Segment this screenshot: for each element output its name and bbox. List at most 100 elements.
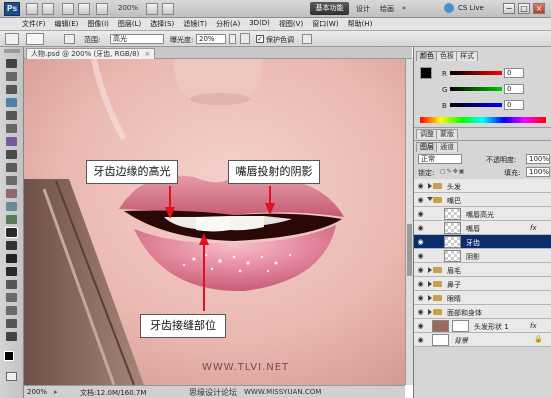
- cs-live-button[interactable]: CS Live: [458, 4, 484, 12]
- visibility-eye-icon[interactable]: ◉: [416, 336, 425, 344]
- channel-b-slider[interactable]: [450, 103, 502, 107]
- minimize-button[interactable]: −: [503, 3, 515, 14]
- document-tab[interactable]: 人物.psd @ 200% (牙齿, RGB/8) ×: [26, 48, 156, 59]
- visibility-eye-icon[interactable]: ◉: [416, 210, 425, 218]
- range-select[interactable]: 高光: [110, 34, 164, 44]
- bridge-icon[interactable]: [26, 3, 38, 15]
- layer-thumbnail[interactable]: [444, 236, 461, 248]
- move-tool-icon[interactable]: [6, 59, 17, 68]
- tab-swatches[interactable]: 色板: [436, 51, 458, 61]
- screen-mode-icon[interactable]: [162, 3, 174, 15]
- menu-item[interactable]: 图层(L): [118, 19, 141, 29]
- workspace-painting-link[interactable]: 绘画: [380, 4, 394, 14]
- protect-tones-checkbox[interactable]: ✓: [256, 35, 264, 43]
- visibility-eye-icon[interactable]: ◉: [416, 322, 425, 330]
- scrollbar-thumb[interactable]: [407, 224, 412, 276]
- layer-thumbnail[interactable]: [444, 208, 461, 220]
- eyedropper-tool-icon[interactable]: [6, 124, 17, 133]
- layer-row[interactable]: ◉ 眼睛: [414, 291, 551, 305]
- exposure-input[interactable]: 20%: [196, 34, 226, 44]
- shape-tool-icon[interactable]: [6, 280, 17, 289]
- maximize-button[interactable]: □: [518, 3, 530, 14]
- document-canvas[interactable]: 牙齿边缘的高光 嘴唇投射的阴影 牙齿接缝部位 WWW.TLVI.NET: [24, 59, 405, 385]
- spot-healing-tool-icon[interactable]: [6, 137, 17, 146]
- layer-row[interactable]: ◉ 牙齿: [414, 235, 551, 249]
- color-spectrum-bar[interactable]: [420, 117, 546, 123]
- visibility-eye-icon[interactable]: ◉: [416, 280, 425, 288]
- visibility-eye-icon[interactable]: ◉: [416, 182, 425, 190]
- opacity-input[interactable]: 100%: [526, 154, 550, 164]
- dodge-tool-icon[interactable]: [5, 227, 18, 238]
- layer-row[interactable]: ◉ 嘴唇高光: [414, 207, 551, 221]
- status-zoom[interactable]: 200%: [27, 388, 47, 396]
- quick-selection-tool-icon[interactable]: [6, 98, 17, 107]
- mini-bridge-icon[interactable]: [42, 3, 54, 15]
- hand-icon[interactable]: [78, 3, 90, 15]
- menu-item[interactable]: 窗口(W): [312, 19, 338, 29]
- layer-thumbnail[interactable]: [432, 334, 449, 346]
- zoom-icon[interactable]: [96, 3, 108, 15]
- tab-layers[interactable]: 图层: [416, 142, 438, 152]
- tab-channels[interactable]: 通道: [436, 142, 458, 152]
- visibility-eye-icon[interactable]: ◉: [416, 252, 425, 260]
- quick-mask-icon[interactable]: [6, 372, 17, 381]
- dodge-tool-preset-icon[interactable]: [5, 33, 19, 45]
- vector-mask-thumbnail[interactable]: [452, 320, 469, 332]
- layer-thumbnail[interactable]: [432, 320, 449, 332]
- menu-item[interactable]: 图像(I): [87, 19, 109, 29]
- expand-right-icon[interactable]: [428, 183, 432, 189]
- visibility-eye-icon[interactable]: ◉: [416, 266, 425, 274]
- menu-item[interactable]: 编辑(E): [55, 19, 79, 29]
- pen-pressure-icon[interactable]: [302, 34, 312, 44]
- menu-item[interactable]: 选择(S): [150, 19, 174, 29]
- crop-tool-icon[interactable]: [6, 111, 17, 120]
- eraser-tool-icon[interactable]: [6, 189, 17, 198]
- blend-mode-select[interactable]: 正常: [418, 154, 462, 164]
- workspace-essentials-button[interactable]: 基本功能: [310, 2, 349, 15]
- menu-item[interactable]: 视图(V): [279, 19, 303, 29]
- layer-row[interactable]: ◉ 背景 🔒: [414, 333, 551, 347]
- tab-adjustments[interactable]: 调整: [416, 129, 438, 139]
- layer-row[interactable]: ◉ 阴影: [414, 249, 551, 263]
- arrange-documents-icon[interactable]: [146, 3, 158, 15]
- hand-tool-icon[interactable]: [6, 319, 17, 328]
- visibility-eye-icon[interactable]: ◉: [416, 196, 425, 204]
- layer-row[interactable]: ◉ 头发: [414, 179, 551, 193]
- channel-b-input[interactable]: 0: [504, 100, 524, 110]
- layer-effects-badge[interactable]: fx: [530, 322, 537, 330]
- brush-preset-picker[interactable]: [26, 33, 44, 45]
- channel-r-slider[interactable]: [450, 71, 502, 75]
- layer-row[interactable]: ◉ 面部和身体: [414, 305, 551, 319]
- foreground-color-swatch[interactable]: [4, 351, 14, 361]
- canvas-vertical-scrollbar[interactable]: [405, 59, 413, 385]
- tab-masks[interactable]: 蒙版: [436, 129, 458, 139]
- lock-icons[interactable]: ▢✎✥▣: [440, 168, 470, 176]
- 3d-orbit-tool-icon[interactable]: [6, 306, 17, 315]
- layer-row[interactable]: ◉ 嘴唇 fx: [414, 221, 551, 235]
- 3d-rotate-tool-icon[interactable]: [6, 293, 17, 302]
- layer-row[interactable]: ◉ 眉毛: [414, 263, 551, 277]
- zoom-tool-icon[interactable]: [6, 332, 17, 341]
- type-tool-icon[interactable]: [6, 254, 17, 263]
- expand-right-icon[interactable]: [428, 281, 432, 287]
- layer-thumbnail[interactable]: [444, 222, 461, 234]
- clone-stamp-tool-icon[interactable]: [6, 163, 17, 172]
- exposure-slider-toggle[interactable]: [229, 34, 236, 44]
- airbrush-icon[interactable]: [240, 33, 250, 44]
- expand-right-icon[interactable]: [428, 267, 432, 273]
- lasso-tool-icon[interactable]: [6, 85, 17, 94]
- blur-tool-icon[interactable]: [6, 215, 17, 224]
- close-button[interactable]: ×: [533, 3, 545, 14]
- panel-foreground-swatch[interactable]: [420, 67, 432, 79]
- visibility-eye-icon[interactable]: ◉: [416, 294, 425, 302]
- channel-g-input[interactable]: 0: [504, 84, 524, 94]
- layer-effects-badge[interactable]: fx: [530, 224, 537, 232]
- layer-row[interactable]: ◉ 鼻子: [414, 277, 551, 291]
- view-extras-icon[interactable]: [62, 3, 74, 15]
- zoom-level[interactable]: 200%: [118, 4, 138, 12]
- expand-right-icon[interactable]: [428, 295, 432, 301]
- menu-item[interactable]: 帮助(H): [348, 19, 373, 29]
- status-menu-icon[interactable]: ▸: [54, 388, 58, 396]
- channel-g-slider[interactable]: [450, 87, 502, 91]
- visibility-eye-icon[interactable]: ◉: [416, 224, 425, 232]
